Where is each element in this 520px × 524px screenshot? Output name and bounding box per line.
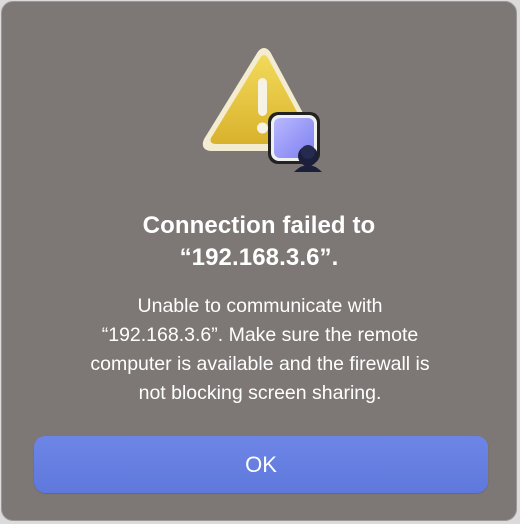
screen-sharing-icon: [268, 112, 322, 172]
dialog-title-line: “192.168.3.6”.: [179, 244, 339, 271]
dialog-title-line: Connection failed to: [142, 212, 376, 239]
dialog-title: Connection failed to “192.168.3.6”.: [2, 210, 516, 274]
ok-button[interactable]: OK: [34, 436, 488, 493]
warning-triangle-icon: [202, 48, 322, 172]
dialog-message-line: computer is available and the firewall i…: [90, 353, 430, 375]
dialog-message-line: Unable to communicate with: [137, 295, 383, 317]
dialog-message-line: not blocking screen sharing.: [138, 382, 382, 404]
alert-dialog: Connection failed to “192.168.3.6”. Unab…: [1, 1, 517, 521]
dialog-message-line: “192.168.3.6”. Make sure the remote: [101, 324, 419, 346]
alert-icon-group: [202, 48, 326, 178]
dialog-message: Unable to communicate with “192.168.3.6”…: [32, 292, 488, 408]
